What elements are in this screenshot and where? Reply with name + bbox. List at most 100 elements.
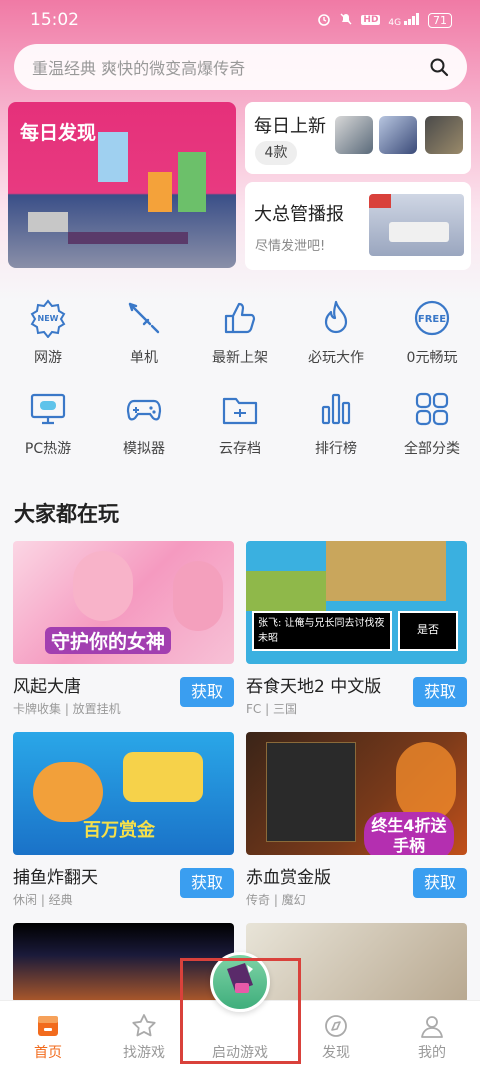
game-image[interactable]: 百万赏金 [13,732,234,855]
game-thumbnail[interactable] [379,116,417,154]
flame-icon [324,300,348,334]
category-label: 排行榜 [315,441,357,457]
status-time: 15:02 [30,10,79,30]
category-pc[interactable]: PC热游 [0,389,96,458]
game-image[interactable]: 守护你的女神 [13,541,234,664]
category-label: 必玩大作 [308,350,364,366]
highlight-annotation [180,958,301,1064]
game-banner-text: 终生4折送手柄 [364,812,454,855]
new-badge-icon: NEW [30,299,66,338]
game-image[interactable]: 张飞: 让俺与兄长同去讨伐夜未昭 是否 [246,541,467,664]
daily-discover-title: 每日发现 [20,122,97,144]
svg-text:FREE: FREE [418,314,446,325]
tab-mine[interactable]: 我的 [384,1001,480,1067]
get-button[interactable]: 获取 [413,677,467,707]
game-tags: 传奇 | 魔幻 [246,893,306,907]
manager-report-subtitle: 尽情发泄吧! [255,239,326,254]
category-label: 云存档 [219,441,261,457]
network-type: 4G [388,17,402,28]
category-label: 最新上架 [212,350,268,366]
category-single[interactable]: 单机 [96,298,192,367]
battery-icon: 71 [428,12,452,28]
dialog-box: 张飞: 让俺与兄长同去讨伐夜未昭 [252,611,392,651]
search-bar[interactable]: 重温经典 爽快的微变高爆传奇 [14,44,467,90]
category-cloud-save[interactable]: 云存档 [192,389,288,458]
category-free[interactable]: FREE 0元畅玩 [384,298,480,367]
game-card[interactable]: 百万赏金 捕鱼炸翻天 休闲 | 经典 获取 [13,732,234,923]
game-name: 吞食天地2 中文版 [246,677,382,697]
signal-icon: 4G [388,12,420,28]
get-button[interactable]: 获取 [180,868,234,898]
alarm-icon [317,12,331,29]
gamepad-icon [126,399,162,421]
get-button[interactable]: 获取 [413,868,467,898]
pixel-character [178,152,206,212]
game-card[interactable]: 终生4折送手柄 赤血赏金版 传奇 | 魔幻 获取 [246,732,467,923]
monitor-gamepad-icon [30,393,66,425]
category-ranking[interactable]: 排行榜 [288,389,384,458]
category-grid: NEW 网游 单机 最新上架 必玩大作 FREE 0元畅玩 PC热游 模拟器 云… [0,298,480,458]
thumbs-up-icon [224,302,256,334]
free-badge-icon: FREE [414,300,450,336]
treasure-art [123,752,203,802]
category-label: 网游 [34,350,62,366]
category-label: 0元畅玩 [406,350,458,366]
game-name: 风起大唐 [13,677,81,697]
game-card[interactable]: 张飞: 让俺与兄长同去讨伐夜未昭 是否 吞食天地2 中文版 FC | 三国 获取 [246,541,467,732]
tab-label: 发现 [322,1045,350,1061]
daily-new-card[interactable]: 每日上新 4款 [245,102,471,174]
game-tags: 卡牌收集 | 放置挂机 [13,702,121,716]
pixel-terrain [246,571,326,611]
game-tags: 休闲 | 经典 [13,893,73,907]
category-online[interactable]: NEW 网游 [0,298,96,367]
status-bar: 15:02 HD 4G 71 [0,0,480,40]
pixel-character [98,132,128,182]
game-thumbnail[interactable] [335,116,373,154]
manager-report-title: 大总管播报 [254,204,344,225]
category-newest[interactable]: 最新上架 [192,298,288,367]
category-label: 模拟器 [123,441,165,457]
game-name: 赤血赏金版 [246,868,331,888]
character-art [73,551,133,621]
game-name: 捕鱼炸翻天 [13,868,98,888]
category-label: PC热游 [24,441,72,457]
tab-label: 我的 [418,1045,446,1061]
game-card[interactable]: 守护你的女神 风起大唐 卡牌收集 | 放置挂机 获取 [13,541,234,732]
star-icon [132,1014,156,1037]
fish-art [33,762,103,822]
tab-find-games[interactable]: 找游戏 [96,1001,192,1067]
sword-icon [128,302,160,334]
hd-icon: HD [361,15,381,25]
fire-art [396,742,456,822]
tab-home[interactable]: 首页 [0,1001,96,1067]
pixel-ground [68,232,188,244]
category-label: 全部分类 [404,441,460,457]
status-icons: HD 4G 71 [317,12,452,29]
section-title: 大家都在玩 [14,502,119,526]
pixel-ground [28,212,68,232]
tab-discover[interactable]: 发现 [288,1001,384,1067]
category-emulator[interactable]: 模拟器 [96,389,192,458]
search-icon[interactable] [429,57,449,77]
game-banner-text: 守护你的女神 [45,627,172,654]
tab-label: 找游戏 [123,1045,165,1061]
game-image[interactable]: 终生4折送手柄 [246,732,467,855]
daily-discover-banner[interactable]: 每日发现 [8,102,236,268]
category-all[interactable]: 全部分类 [384,389,480,458]
car-shape [389,222,449,242]
game-thumbnail[interactable] [425,116,463,154]
character-art [173,561,223,631]
tab-label: 首页 [34,1045,62,1061]
pixel-building [326,541,446,601]
get-button[interactable]: 获取 [180,677,234,707]
game-banner-text: 百万赏金 [83,820,155,841]
home-icon [38,1016,58,1036]
corner-tag [369,194,391,208]
svg-text:NEW: NEW [38,314,59,323]
inventory-panel [266,742,356,842]
manager-report-image [369,194,464,256]
search-placeholder: 重温经典 爽快的微变高爆传奇 [32,59,246,78]
manager-report-card[interactable]: 大总管播报 尽情发泄吧! [245,182,471,270]
user-icon [421,1016,443,1038]
category-must-play[interactable]: 必玩大作 [288,298,384,367]
